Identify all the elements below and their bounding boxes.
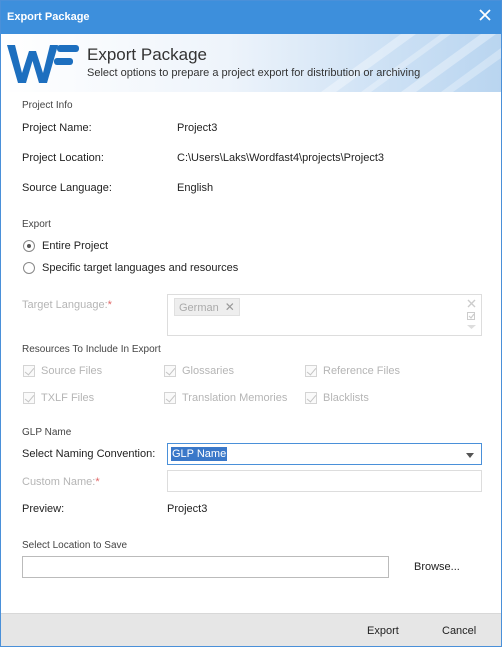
wordfast-logo (7, 45, 79, 83)
required-mark: * (107, 299, 112, 311)
header-banner: Export Package Select options to prepare… (1, 34, 501, 92)
source-language-label: Source Language: (22, 182, 112, 194)
reference-files-label: Reference Files (323, 365, 401, 377)
banner-decoration (321, 34, 501, 92)
naming-convention-value: GLP Name (171, 447, 228, 461)
source-files-checkbox[interactable] (23, 365, 35, 377)
specific-targets-label[interactable]: Specific target languages and resources (42, 262, 238, 274)
target-language-tag-input[interactable]: German ✕ (167, 294, 482, 336)
glp-section-label: GLP Name (22, 427, 72, 438)
target-language-label: Target Language:* (22, 299, 112, 311)
target-language-label-text: Target Language: (22, 299, 108, 311)
window-title: Export Package (7, 11, 90, 23)
dialog-footer: Export Cancel (1, 613, 501, 646)
tag-label: German (179, 302, 219, 314)
txlf-files-checkbox[interactable] (23, 392, 35, 404)
custom-name-input[interactable] (167, 470, 482, 492)
custom-name-label: Custom Name:* (22, 476, 100, 488)
export-button[interactable]: Export (367, 625, 399, 637)
entire-project-radio[interactable] (23, 240, 35, 252)
export-package-dialog: Export Package Export Package Select opt… (0, 0, 502, 647)
entire-project-label[interactable]: Entire Project (42, 240, 108, 252)
project-name-value: Project3 (177, 122, 218, 134)
txlf-files-label: TXLF Files (41, 392, 95, 404)
tag-input-controls[interactable] (466, 298, 477, 332)
banner-title: Export Package (87, 45, 208, 64)
project-location-value: C:\Users\Laks\Wordfast4\projects\Project… (177, 152, 385, 164)
tag-german: German ✕ (174, 298, 240, 316)
resources-section-label: Resources To Include In Export (22, 344, 161, 355)
project-location-label: Project Location: (22, 152, 104, 164)
save-location-input[interactable] (22, 556, 389, 578)
project-name-label: Project Name: (22, 122, 92, 134)
glossaries-label: Glossaries (182, 365, 234, 377)
reference-files-checkbox[interactable] (305, 365, 317, 377)
blacklists-label: Blacklists (323, 392, 369, 404)
source-language-value: English (177, 182, 214, 194)
browse-button[interactable]: Browse... (414, 561, 460, 573)
translation-memories-checkbox[interactable] (164, 392, 176, 404)
save-location-section-label: Select Location to Save (22, 540, 128, 551)
close-icon[interactable] (477, 7, 493, 23)
naming-convention-select[interactable]: GLP Name (167, 443, 482, 465)
preview-value: Project3 (167, 503, 208, 515)
cancel-button[interactable]: Cancel (442, 625, 476, 637)
project-info-section-label: Project Info (22, 100, 73, 111)
chevron-down-icon[interactable] (466, 453, 474, 458)
preview-label: Preview: (22, 503, 65, 515)
specific-targets-radio[interactable] (23, 262, 35, 274)
tag-remove-icon[interactable]: ✕ (225, 300, 235, 314)
custom-name-label-text: Custom Name: (22, 476, 96, 488)
required-mark: * (95, 476, 100, 488)
blacklists-checkbox[interactable] (305, 392, 317, 404)
source-files-label: Source Files (41, 365, 103, 377)
export-section-label: Export (22, 219, 51, 230)
glossaries-checkbox[interactable] (164, 365, 176, 377)
translation-memories-label: Translation Memories (182, 392, 288, 404)
naming-convention-label: Select Naming Convention: (22, 448, 156, 460)
title-bar: Export Package (1, 1, 501, 34)
banner-subtitle: Select options to prepare a project expo… (87, 67, 421, 79)
